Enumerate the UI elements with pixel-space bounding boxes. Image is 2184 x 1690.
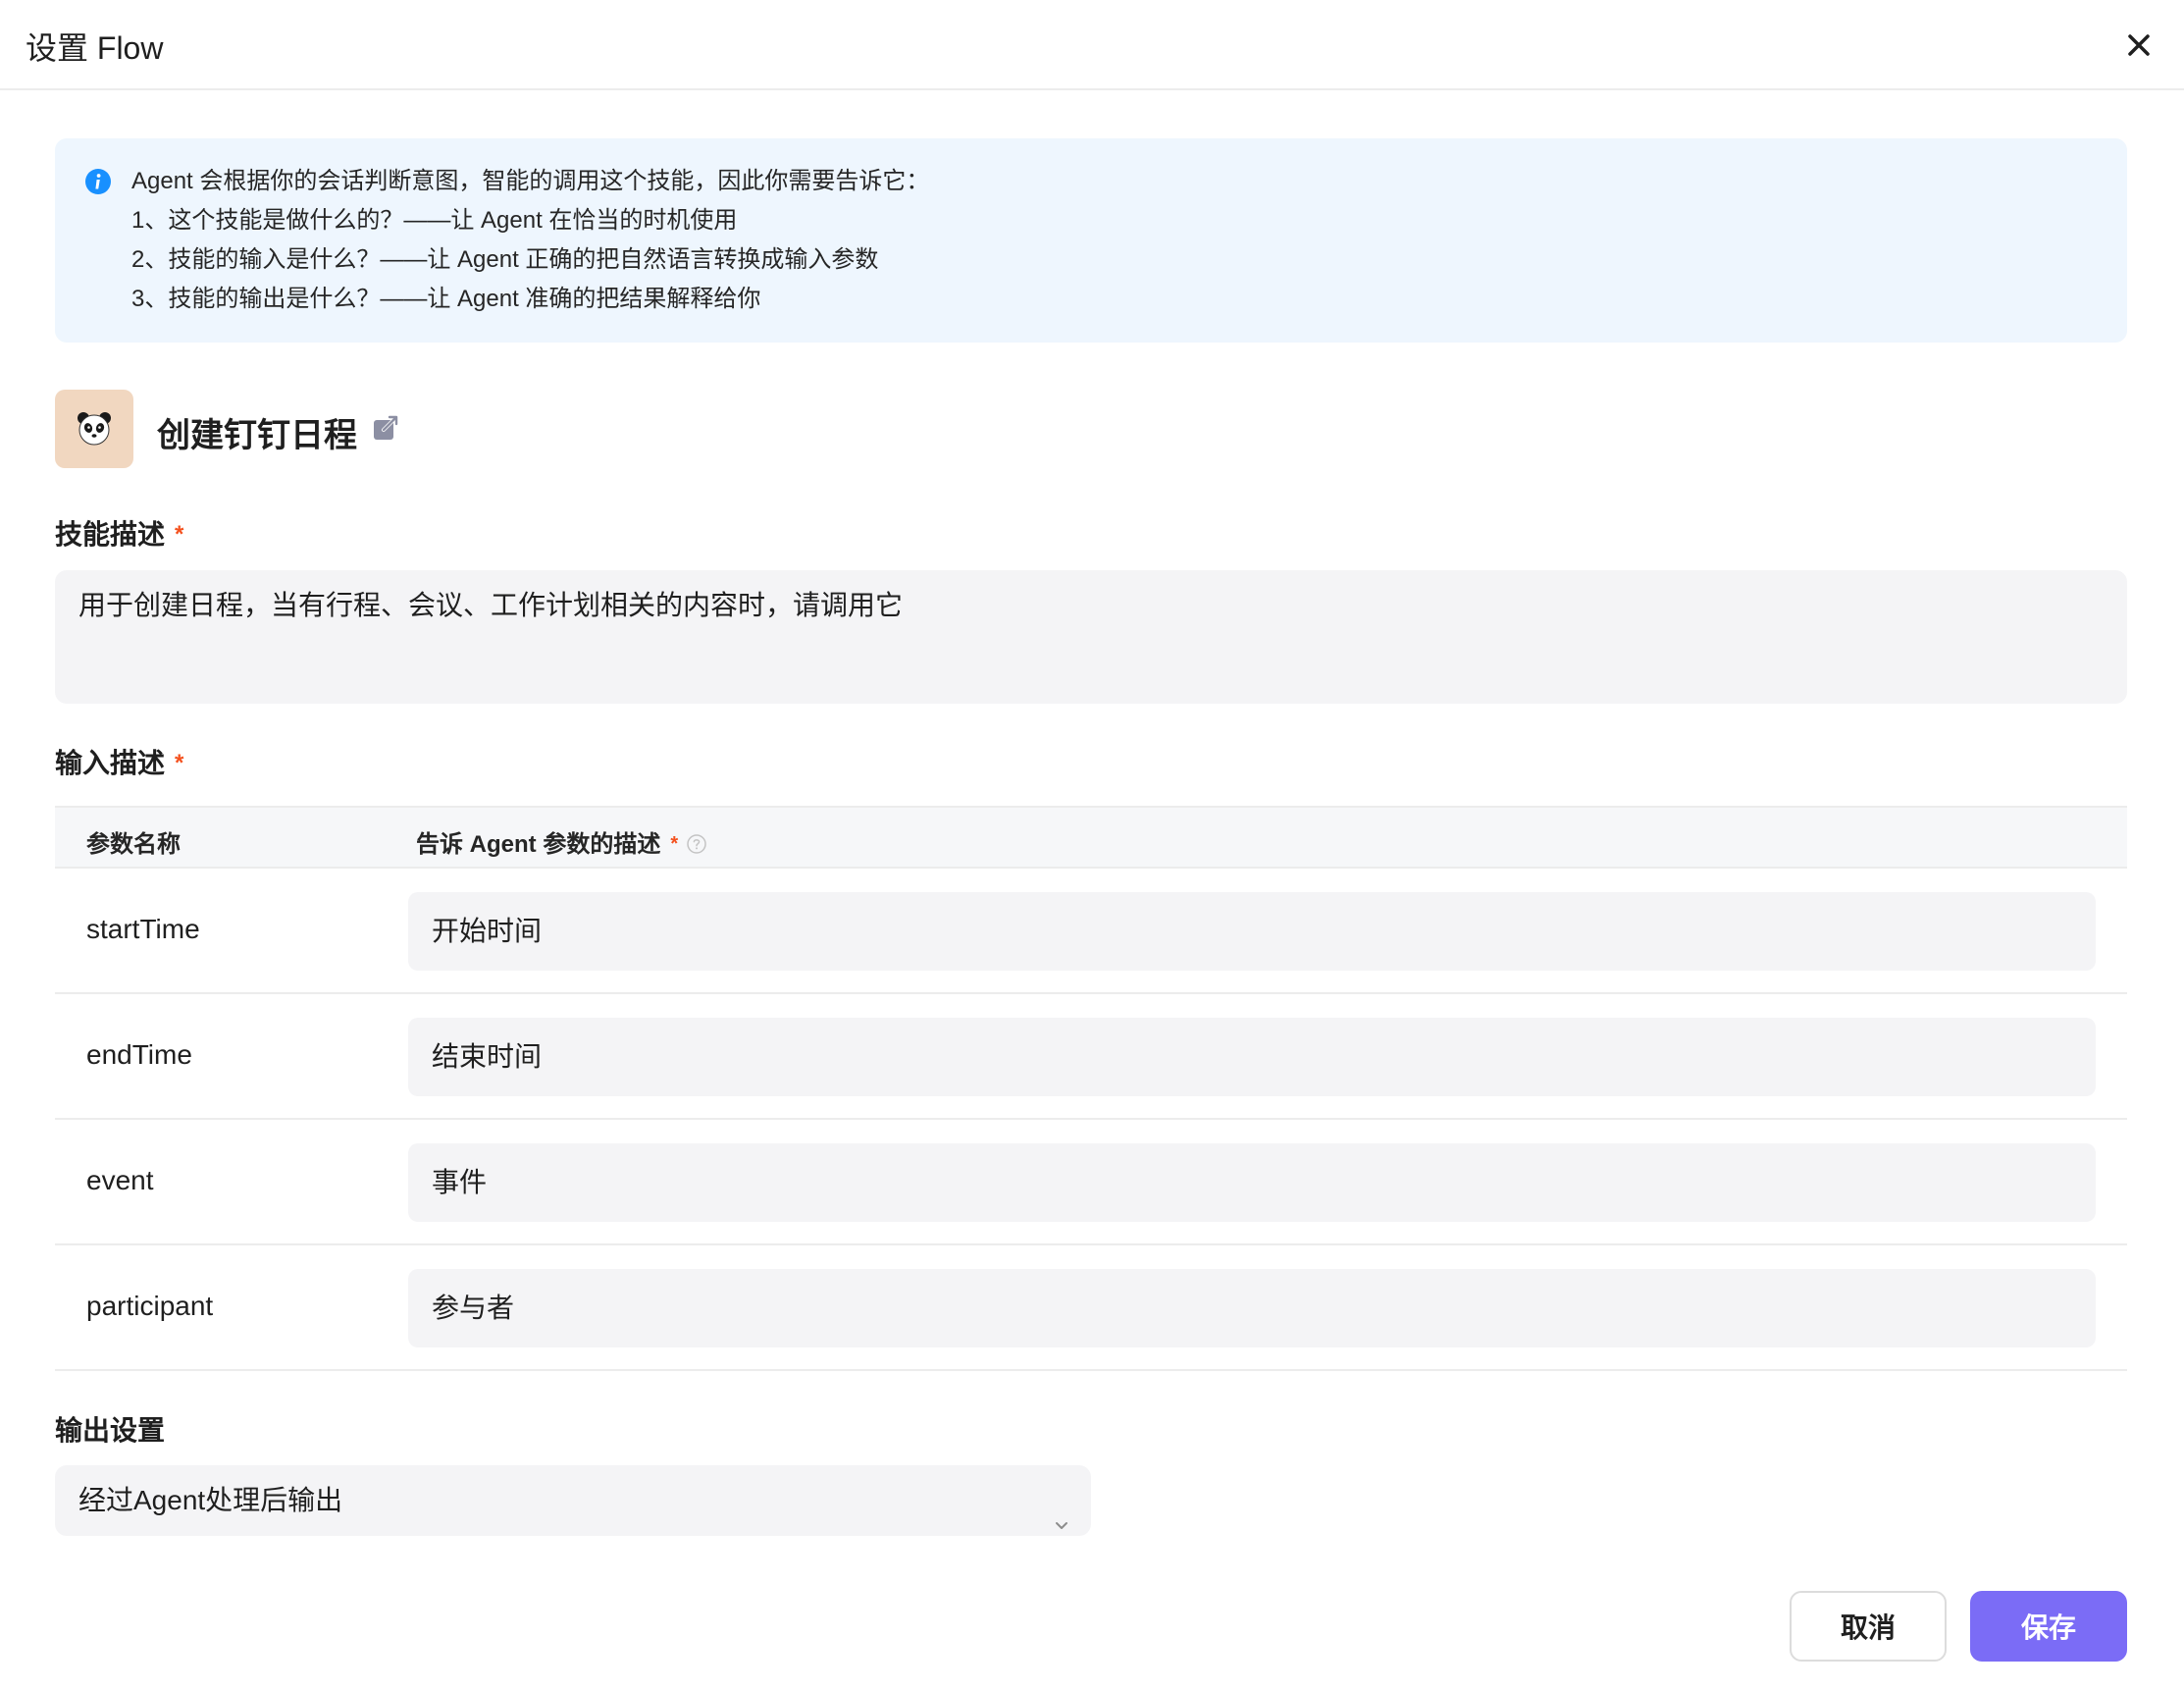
table-row: startTime 开始时间 xyxy=(55,869,2127,994)
table-row: event 事件 xyxy=(55,1120,2127,1245)
dialog-header: 设置 Flow xyxy=(0,0,2184,90)
param-name: event xyxy=(86,1165,154,1195)
output-select-value: 经过Agent处理后输出 xyxy=(78,1485,343,1515)
param-name: participant xyxy=(86,1291,214,1321)
output-label: 输出设置 xyxy=(55,1415,166,1446)
required-mark: * xyxy=(175,521,184,548)
param-desc-input[interactable]: 结束时间 xyxy=(408,1018,2096,1096)
info-icon xyxy=(84,168,112,195)
column-param-desc: 告诉 Agent 参数的描述 * xyxy=(416,824,707,859)
param-desc-input[interactable]: 开始时间 xyxy=(408,892,2096,971)
param-name: endTime xyxy=(86,1039,192,1070)
panda-icon xyxy=(55,390,133,468)
help-icon[interactable] xyxy=(686,833,707,855)
table-row: endTime 结束时间 xyxy=(55,994,2127,1120)
params-table: 参数名称 告诉 Agent 参数的描述 * startTime 开始时间 endT… xyxy=(55,806,2127,1371)
param-name: startTime xyxy=(86,914,200,944)
dialog-title: 设置 Flow xyxy=(26,30,164,66)
output-select[interactable]: 经过Agent处理后输出 xyxy=(55,1465,1091,1536)
description-textarea[interactable]: 用于创建日程，当有行程、会议、工作计划相关的内容时，请调用它 xyxy=(55,570,2127,704)
input-label: 输入描述 * xyxy=(55,742,183,781)
table-row: participant 参与者 xyxy=(55,1245,2127,1371)
info-item: 3、技能的输出是什么？——让 Agent 准确的把结果解释给你 xyxy=(131,286,761,312)
param-desc-input[interactable]: 参与者 xyxy=(408,1269,2096,1347)
info-intro: Agent 会根据你的会话判断意图，智能的调用这个技能，因此你需要告诉它： xyxy=(131,168,930,194)
required-mark: * xyxy=(175,750,184,776)
column-param-name: 参数名称 xyxy=(86,831,181,858)
description-label-text: 技能描述 xyxy=(55,519,166,550)
cancel-button[interactable]: 取消 xyxy=(1790,1591,1947,1662)
info-item: 1、这个技能是做什么的？——让 Agent 在恰当的时机使用 xyxy=(131,207,738,234)
chevron-down-icon xyxy=(1052,1491,1071,1529)
description-label: 技能描述 * xyxy=(55,513,183,553)
info-text: Agent 会根据你的会话判断意图，智能的调用这个技能，因此你需要告诉它： 1、… xyxy=(131,162,929,319)
param-desc-input[interactable]: 事件 xyxy=(408,1143,2096,1222)
info-banner: Agent 会根据你的会话判断意图，智能的调用这个技能，因此你需要告诉它： 1、… xyxy=(55,138,2127,343)
required-mark: * xyxy=(670,833,679,855)
column-param-desc-text: 告诉 Agent 参数的描述 xyxy=(416,831,661,858)
external-link-icon[interactable] xyxy=(371,413,400,443)
save-button[interactable]: 保存 xyxy=(1970,1591,2127,1662)
input-label-text: 输入描述 xyxy=(55,748,166,778)
table-header: 参数名称 告诉 Agent 参数的描述 * xyxy=(55,806,2127,869)
skill-name: 创建钉钉日程 xyxy=(157,417,357,454)
info-item: 2、技能的输入是什么？——让 Agent 正确的把自然语言转换成输入参数 xyxy=(131,246,879,273)
close-icon[interactable] xyxy=(2119,26,2158,65)
